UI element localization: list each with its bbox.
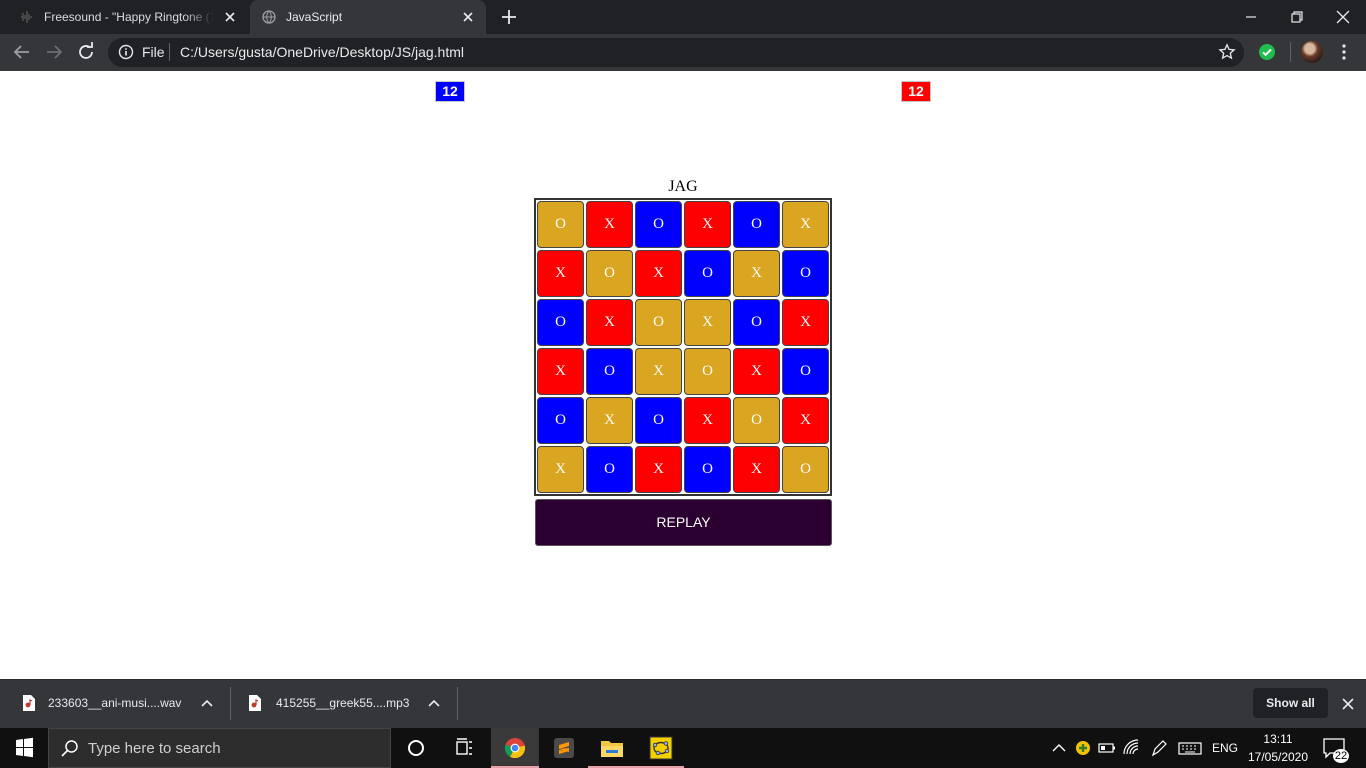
download-filename: 233603__ani-musi....wav — [48, 696, 182, 710]
taskbar-app-geogebra[interactable] — [636, 728, 684, 768]
board-cell[interactable]: O — [782, 446, 829, 493]
close-window-icon[interactable] — [1332, 6, 1354, 28]
tab-javascript[interactable]: JavaScript — [250, 0, 486, 34]
board-cell[interactable]: O — [733, 299, 780, 346]
chevron-up-icon[interactable] — [200, 697, 214, 709]
keyboard-icon[interactable] — [1178, 738, 1202, 758]
board-cell[interactable]: X — [586, 201, 633, 248]
board-cell[interactable]: O — [586, 348, 633, 395]
board-cell[interactable]: X — [684, 201, 731, 248]
game-board: OXOXOXXOXOXOOXOXOXXOXOXOOXOXOXXOXOXO — [534, 198, 832, 496]
profile-avatar[interactable] — [1301, 41, 1323, 63]
blue-score: 12 — [435, 81, 465, 102]
url-text[interactable]: C:/Users/gusta/OneDrive/Desktop/JS/jag.h… — [180, 44, 464, 60]
board-cell[interactable]: X — [537, 446, 584, 493]
chevron-up-icon[interactable] — [427, 697, 441, 709]
board-cell[interactable]: X — [733, 348, 780, 395]
download-filename: 415255__greek55....mp3 — [276, 696, 410, 710]
board-cell[interactable]: X — [537, 250, 584, 297]
address-divider — [169, 43, 170, 61]
search-placeholder: Type here to search — [88, 740, 221, 757]
toolbar-divider — [1290, 42, 1291, 62]
board-cell[interactable]: O — [733, 397, 780, 444]
board-cell[interactable]: X — [684, 299, 731, 346]
board-cell[interactable]: X — [586, 397, 633, 444]
red-score: 12 — [901, 81, 931, 102]
tray-app-icon[interactable] — [1074, 738, 1092, 758]
wifi-icon[interactable] — [1122, 738, 1140, 758]
globe-icon — [262, 10, 276, 24]
board-cell[interactable]: O — [537, 299, 584, 346]
forward-icon[interactable] — [44, 42, 64, 62]
board-cell[interactable]: X — [635, 446, 682, 493]
board-cell[interactable]: O — [684, 250, 731, 297]
chrome-icon — [504, 738, 526, 759]
windows-start-icon[interactable] — [0, 728, 48, 768]
cortana-icon[interactable] — [392, 728, 440, 768]
more-menu-icon[interactable] — [1336, 43, 1352, 61]
clock-time[interactable]: 13:11 — [1252, 732, 1304, 746]
taskbar-app-explorer[interactable] — [588, 728, 636, 768]
board-cell[interactable]: O — [537, 397, 584, 444]
board-cell[interactable]: O — [635, 201, 682, 248]
tab-title: Freesound - "Happy Ringtone (1a — [44, 10, 214, 24]
download-item[interactable]: 233603__ani-musi....wav — [0, 679, 230, 728]
board-cell[interactable]: O — [635, 299, 682, 346]
board-cell[interactable]: X — [586, 299, 633, 346]
board-cell[interactable]: X — [684, 397, 731, 444]
task-view-icon[interactable] — [440, 728, 488, 768]
minimize-icon[interactable] — [1240, 6, 1262, 28]
board-cell[interactable]: O — [782, 250, 829, 297]
close-tab-icon[interactable] — [222, 9, 238, 25]
battery-icon[interactable] — [1098, 738, 1116, 758]
game-title: JAG — [668, 178, 698, 195]
board-cell[interactable]: X — [782, 201, 829, 248]
search-icon — [61, 740, 78, 757]
board-cell[interactable]: O — [635, 397, 682, 444]
board-cell[interactable]: X — [635, 348, 682, 395]
board-cell[interactable]: O — [733, 201, 780, 248]
board-cell[interactable]: X — [782, 397, 829, 444]
pen-icon[interactable] — [1150, 738, 1168, 758]
replay-button[interactable]: REPLAY — [535, 499, 832, 546]
board-cell[interactable]: O — [586, 446, 633, 493]
board-cell[interactable]: X — [537, 348, 584, 395]
board-cell[interactable]: X — [782, 299, 829, 346]
notification-count: 22 — [1333, 749, 1349, 763]
board-cell[interactable]: O — [684, 348, 731, 395]
show-all-button[interactable]: Show all — [1253, 688, 1328, 718]
geogebra-icon — [649, 736, 673, 760]
language-indicator[interactable]: ENG — [1212, 741, 1238, 755]
download-divider — [457, 687, 458, 720]
board-cell[interactable]: O — [684, 446, 731, 493]
board-cell[interactable]: X — [733, 446, 780, 493]
board-cell[interactable]: X — [733, 250, 780, 297]
taskbar-app-sublime[interactable] — [540, 728, 588, 768]
info-icon[interactable] — [118, 44, 134, 60]
download-item[interactable]: 415255__greek55....mp3 — [228, 679, 458, 728]
audio-file-icon — [249, 695, 261, 711]
audio-file-icon — [23, 695, 35, 711]
star-icon[interactable] — [1218, 43, 1236, 61]
board-cell[interactable]: O — [586, 250, 633, 297]
restore-icon[interactable] — [1286, 6, 1308, 28]
board-cell[interactable]: X — [635, 250, 682, 297]
close-tab-icon[interactable] — [460, 9, 476, 25]
sublime-text-icon — [554, 738, 574, 758]
new-tab-icon[interactable] — [500, 8, 518, 26]
close-icon[interactable] — [1340, 696, 1356, 712]
file-explorer-icon — [601, 741, 623, 757]
back-icon[interactable] — [12, 42, 32, 62]
taskbar-app-chrome[interactable] — [491, 728, 539, 768]
tab-title: JavaScript — [286, 10, 343, 24]
check-circle-icon[interactable] — [1258, 43, 1276, 61]
board-cell[interactable]: O — [537, 201, 584, 248]
board-cell[interactable]: O — [782, 348, 829, 395]
url-scheme-label: File — [142, 44, 165, 60]
soundwave-icon — [21, 11, 32, 23]
chevron-up-icon[interactable] — [1050, 738, 1068, 758]
reload-icon[interactable] — [76, 42, 96, 62]
clock-date[interactable]: 17/05/2020 — [1246, 750, 1310, 764]
tab-freesound[interactable]: Freesound - "Happy Ringtone (1a — [8, 0, 248, 34]
